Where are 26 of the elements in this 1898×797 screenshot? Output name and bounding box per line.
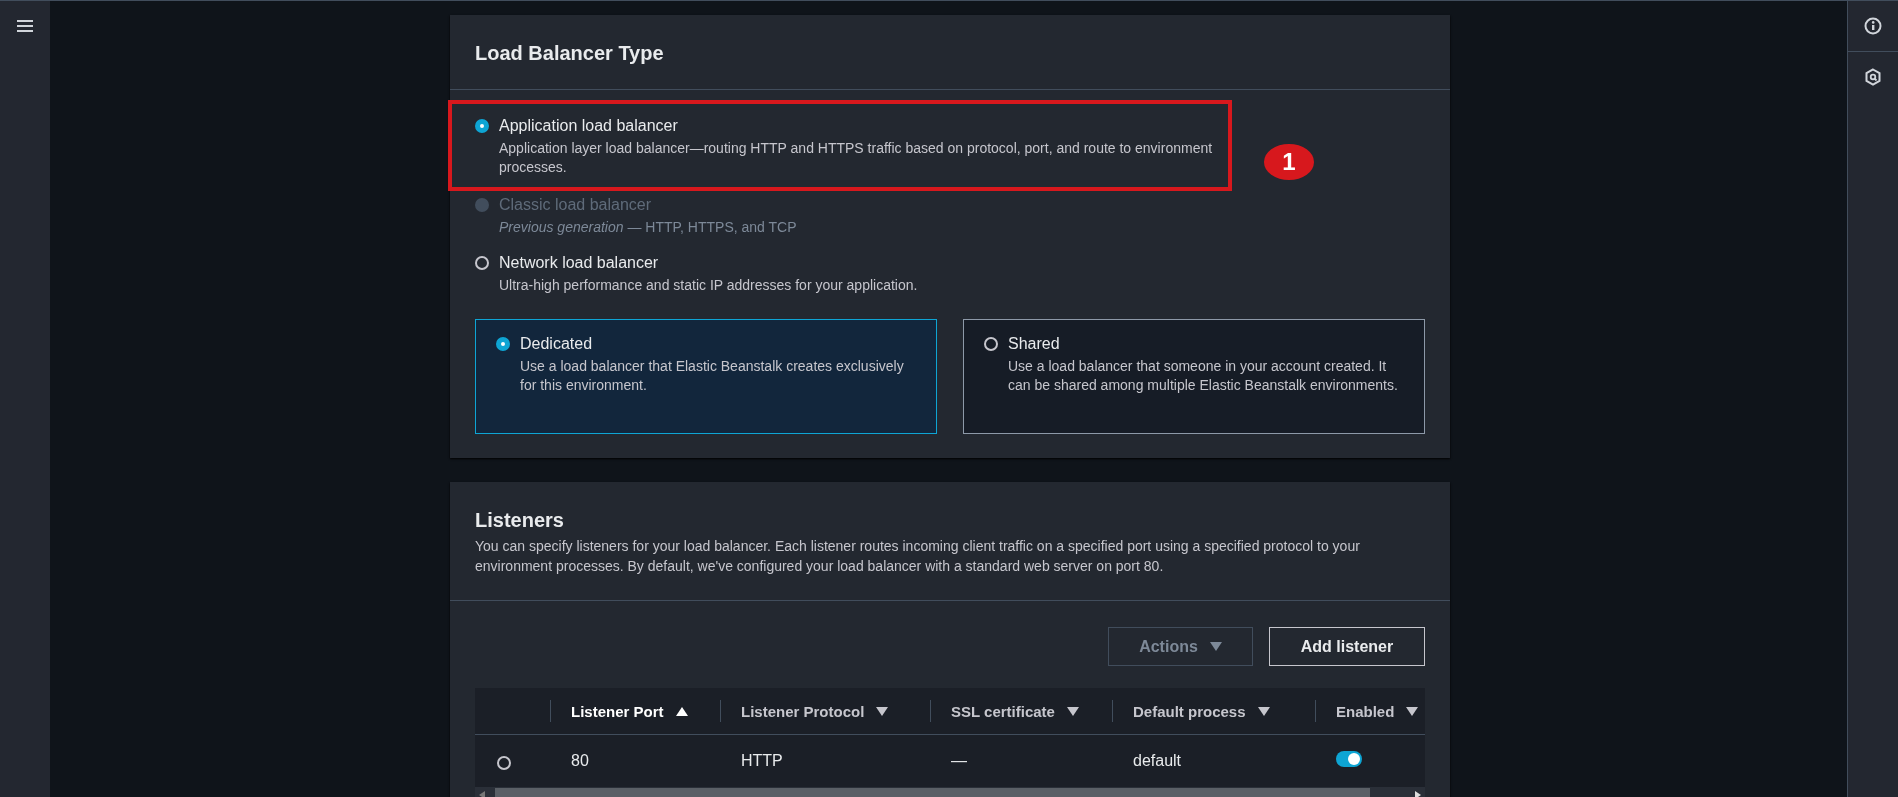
table-cell-text: default — [1132, 752, 1183, 770]
column-header[interactable]: Enabled — [1315, 700, 1425, 722]
toolbar-button[interactable]: Add listener — [1269, 627, 1425, 666]
column-header[interactable]: Default process — [1112, 700, 1315, 722]
panel-title: Load Balancer Type — [475, 42, 665, 65]
option-label: Application load balancer — [499, 116, 679, 136]
panel-description: You can specify listeners for your load balancer. Each listener routes incoming client traffic on a specified port using a specified protocol to your environment processes. By default, we've configured your load balancer with a standard web server on port 80. — [475, 537, 1361, 576]
column-header[interactable]: SSL certificate — [930, 700, 1112, 722]
option-label: Dedicated — [520, 334, 594, 354]
option-tile[interactable]: Shared Use a load balancer that someone in your account created. It can be shared among multiple Elastic Beanstalk environments. — [963, 319, 1425, 434]
column-header[interactable]: Listener Port — [550, 700, 720, 722]
option-label: Classic load balancer — [499, 195, 653, 215]
option-label: Shared — [1008, 334, 1061, 354]
panel-title: Listeners — [475, 509, 565, 532]
option-description: Previous generation — HTTP, HTTPS, and TCP — [499, 218, 797, 237]
table-cell-text: HTTP — [740, 752, 784, 770]
option-description: Use a load balancer that Elastic Beanstalk creates exclusively for this environment. — [520, 357, 905, 395]
option-description: Ultra-high performance and static IP addresses for your application. — [499, 276, 918, 295]
option-description: Use a load balancer that someone in your account created. It can be shared among multiple Elastic Beanstalk environments. — [1008, 357, 1399, 395]
option-tile[interactable]: Dedicated Use a load balancer that Elastic Beanstalk creates exclusively for this environment. — [475, 319, 937, 434]
table-cell-text: — — [950, 752, 968, 770]
callout-badge: 1 — [1264, 144, 1314, 180]
column-header[interactable]: Listener Protocol — [720, 700, 930, 722]
option-description: Application layer load balancer—routing HTTP and HTTPS traffic based on protocol, port, and route to environment processes. — [499, 139, 1214, 177]
table-cell-text: 80 — [570, 752, 590, 770]
option-label: Network load balancer — [499, 253, 660, 273]
